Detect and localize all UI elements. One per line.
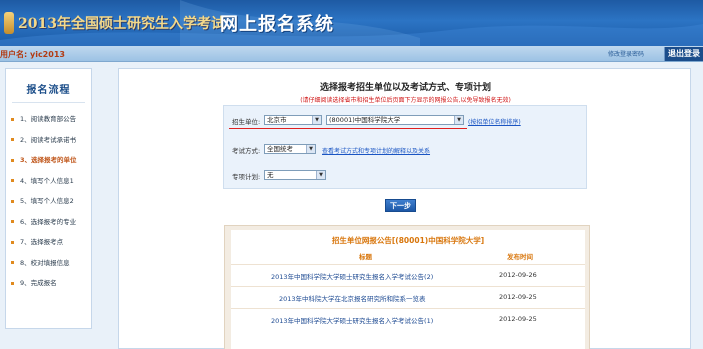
- bullet-icon: [11, 138, 14, 141]
- unit-value: (80001)中国科学院大学: [329, 116, 401, 124]
- step-list: 1、阅读教育部公告 2、阅读考试承诺书 3、选择报考的单位 4、填写个人信息1 …: [6, 109, 91, 294]
- step-label: 7、选择报考点: [20, 238, 64, 246]
- step-item: 7、选择报考点: [6, 232, 91, 253]
- bullet-icon: [11, 158, 14, 162]
- sort-by-name-link[interactable]: (按招单位名称排序): [468, 117, 521, 126]
- step-label: 9、完成报名: [20, 279, 57, 287]
- step-label: 2、阅读考试承诺书: [20, 135, 77, 144]
- announcement-link[interactable]: 2013年中国科学院大学硕士研究生报名入学考试公告(1): [271, 315, 433, 325]
- sidebar-heading: 报名流程: [26, 85, 71, 96]
- exam-mode-row: 考试方式: 全国统考 ▼ 查看考试方式和专项计划的解释以及关系: [224, 144, 588, 156]
- step-item: 1、阅读教育部公告: [6, 109, 91, 130]
- page-title: 选择报考招生单位以及考试方式、专项计划: [319, 83, 491, 93]
- process-sidebar: 报名流程 1、阅读教育部公告 2、阅读考试承诺书 3、选择报考的单位 4、填写个…: [5, 68, 92, 329]
- step-label: 4、填写个人信息1: [20, 176, 74, 185]
- step-label: 1、阅读教育部公告: [20, 115, 77, 123]
- user-bar: 用户名: yic2013 修改登录密码 退出登录: [0, 46, 703, 62]
- exam-mode-explain-link[interactable]: 查看考试方式和专项计划的解释以及关系: [322, 146, 430, 155]
- bullet-icon: [11, 281, 14, 285]
- table-row: 2013年中科院大学在北京报名研究所和院系一览表 2012-09-25: [231, 286, 585, 306]
- announcement-box: 招生单位网报公告[(80001)中国科学院大学] 标题 发布时间 2013年中国…: [224, 225, 590, 349]
- step-item: 9、完成报名: [6, 273, 91, 294]
- exam-mode-label: 考试方式:: [232, 147, 261, 155]
- exam-mode-value: 全国统考: [267, 145, 293, 153]
- bullet-icon: [11, 117, 14, 121]
- system-title: 网上报名系统: [220, 14, 334, 35]
- dropdown-arrow-icon: ▼: [454, 116, 463, 124]
- province-value: 北京市: [267, 116, 287, 124]
- table-row: 2013年中国科学院大学硕士研究生报名入学考试公告(1) 2012-09-25: [231, 308, 585, 328]
- special-plan-select[interactable]: 无 ▼: [264, 170, 326, 180]
- special-plan-label: 专项计划:: [232, 173, 261, 181]
- dropdown-arrow-icon: ▼: [306, 145, 315, 153]
- header-banner: 2013年全国硕士研究生入学考试 网上报名系统: [0, 0, 703, 46]
- announcement-date: 2012-09-25: [499, 315, 537, 323]
- unit-label: 招生单位:: [232, 118, 261, 126]
- special-plan-row: 专项计划: 无 ▼: [224, 170, 588, 182]
- logo-icon: [4, 12, 14, 34]
- table-row: 2013年中国科学院大学硕士研究生报名入学考试公告(2) 2012-09-26: [231, 264, 585, 284]
- announcement-date: 2012-09-26: [499, 271, 537, 279]
- announcement-link[interactable]: 2013年中科院大学在北京报名研究所和院系一览表: [279, 293, 426, 303]
- selection-form: 招生单位: 北京市 ▼ (80001)中国科学院大学 ▼ (按招单位名称排序) …: [223, 105, 587, 189]
- announcement-title: 招生单位网报公告[(80001)中国科学院大学]: [331, 236, 485, 245]
- province-select[interactable]: 北京市 ▼: [264, 115, 322, 125]
- step-label: 3、选择报考的单位: [20, 156, 77, 164]
- step-item: 5、填写个人信息2: [6, 191, 91, 212]
- step-label: 5、填写个人信息2: [20, 197, 74, 205]
- red-underline-annotation: [229, 128, 467, 129]
- step-item: 2、阅读考试承诺书: [6, 130, 91, 151]
- special-plan-value: 无: [267, 171, 274, 179]
- warning-notice: (请仔细阅读选择省市和招生单位后页面下方显示的网报公告,以免导致报名无效): [300, 97, 511, 104]
- step-item-active: 3、选择报考的单位: [6, 150, 91, 171]
- main-panel: 选择报考招生单位以及考试方式、专项计划 (请仔细阅读选择省市和招生单位后页面下方…: [118, 68, 691, 349]
- dropdown-arrow-icon: ▼: [312, 116, 321, 124]
- step-label: 6、选择报考的专业: [20, 217, 77, 226]
- bullet-icon: [11, 261, 14, 264]
- logout-button[interactable]: 退出登录: [664, 47, 703, 61]
- announcement-inner: 招生单位网报公告[(80001)中国科学院大学] 标题 发布时间 2013年中国…: [231, 230, 585, 349]
- bullet-icon: [11, 240, 14, 244]
- bullet-icon: [11, 220, 14, 223]
- announcement-link[interactable]: 2013年中国科学院大学硕士研究生报名入学考试公告(2): [271, 271, 433, 281]
- column-header-title: 标题: [359, 253, 372, 261]
- username-label: 用户名: yic2013: [0, 50, 65, 59]
- column-header-date: 发布时间: [507, 253, 533, 261]
- sidebar-divider: [12, 102, 85, 103]
- step-item: 4、填写个人信息1: [6, 171, 91, 192]
- step-label: 8、校对填报信息: [20, 258, 70, 267]
- unit-select[interactable]: (80001)中国科学院大学 ▼: [326, 115, 464, 125]
- step-item: 8、校对填报信息: [6, 253, 91, 274]
- next-step-button[interactable]: 下一步: [385, 199, 416, 212]
- modify-password-link[interactable]: 修改登录密码: [608, 49, 644, 58]
- exam-title: 2013年全国硕士研究生入学考试: [18, 16, 225, 32]
- dropdown-arrow-icon: ▼: [316, 171, 325, 179]
- announcement-date: 2012-09-25: [499, 293, 537, 301]
- step-item: 6、选择报考的专业: [6, 212, 91, 233]
- unit-row: 招生单位: 北京市 ▼ (80001)中国科学院大学 ▼ (按招单位名称排序): [224, 115, 588, 127]
- exam-mode-select[interactable]: 全国统考 ▼: [264, 144, 316, 154]
- bullet-icon: [11, 199, 14, 203]
- bullet-icon: [11, 179, 14, 182]
